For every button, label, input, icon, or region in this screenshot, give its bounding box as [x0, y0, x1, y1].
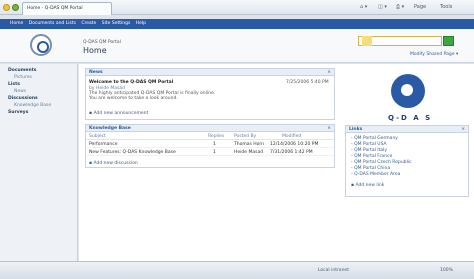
link-item[interactable]: - QM Portal Italy	[351, 148, 387, 153]
knowledge-base-title[interactable]: Knowledge Base	[89, 126, 131, 131]
close-icon[interactable]: ×	[327, 125, 331, 132]
security-zone: Local intranet	[318, 268, 349, 273]
link-label[interactable]: QM Portal Czech Republic	[354, 160, 411, 165]
row-posted-by[interactable]: Thomas Horn	[234, 142, 264, 147]
row-posted-by[interactable]: Heide Masad	[234, 150, 263, 155]
page-menu[interactable]: Page	[414, 4, 426, 11]
page-title: Home	[83, 46, 107, 55]
table-row[interactable]: New Features: Q-DAS Knowledge Base 1 Hei…	[86, 149, 334, 156]
zoom-level[interactable]: 100%	[440, 268, 453, 273]
topnav-home[interactable]: Home	[10, 21, 23, 26]
topnav-help[interactable]: Help	[136, 21, 146, 26]
links-title[interactable]: Links	[349, 127, 362, 132]
breadcrumb[interactable]: Q-DAS QM Portal	[83, 40, 121, 45]
print-icon[interactable]: ⎙ ▾	[396, 4, 404, 11]
link-label[interactable]: QM Portal France	[354, 154, 392, 159]
add-favorites-icon[interactable]	[12, 4, 19, 11]
link-item[interactable]: - QM Portal USA	[351, 142, 387, 147]
row-replies: 1	[213, 150, 216, 155]
add-discussion-label[interactable]: Add new discussion	[93, 161, 137, 166]
home-icon[interactable]: ⌂ ▾	[360, 4, 367, 11]
brand-name: Q-D A S	[388, 114, 433, 122]
row-subject[interactable]: New Features: Q-DAS Knowledge Base	[89, 150, 176, 155]
link-item[interactable]: - QM Portal China	[351, 166, 390, 171]
column-modified[interactable]: Modified	[282, 134, 301, 139]
link-label[interactable]: QM Portal China	[354, 166, 390, 171]
column-replies[interactable]: Replies	[208, 134, 224, 139]
table-header: Subject Replies Posted By Modified	[86, 133, 334, 140]
nav-news[interactable]: News	[8, 88, 69, 95]
table-row[interactable]: Performance 1 Thomas Horn 12/14/2006 10:…	[86, 141, 334, 148]
qdas-logo-icon	[391, 74, 425, 108]
topnav-documents-and-lists[interactable]: Documents and Lists	[29, 21, 76, 26]
add-link-label[interactable]: Add new link	[355, 183, 384, 188]
quick-launch: Documents Pictures Lists News Discussion…	[0, 64, 78, 261]
top-navigation: Home Documents and Lists Create Site Set…	[0, 19, 474, 29]
feeds-icon[interactable]: ◫ ▾	[378, 4, 387, 11]
favorites-star-icon[interactable]	[3, 4, 10, 11]
site-logo-icon	[30, 34, 52, 56]
row-modified: 7/31/2006 1:42 PM	[270, 150, 313, 155]
column-subject[interactable]: Subject	[89, 134, 106, 139]
nav-documents[interactable]: Documents	[8, 67, 69, 74]
search-scope-dropdown[interactable]	[362, 36, 372, 46]
add-announcement-link[interactable]: ▪ Add new announcement	[89, 111, 148, 116]
nav-discussions[interactable]: Discussions	[8, 95, 69, 102]
links-webpart: Links × - QM Portal Germany - QM Portal …	[345, 125, 469, 197]
link-item[interactable]: - QM Portal Czech Republic	[351, 160, 412, 165]
nav-surveys[interactable]: Surveys	[8, 109, 69, 116]
close-icon[interactable]: ×	[461, 126, 465, 133]
add-link-link[interactable]: ▪ Add new link	[351, 183, 384, 188]
search-go-button[interactable]	[443, 36, 454, 46]
link-label[interactable]: QM Portal Germany	[354, 136, 398, 141]
link-item[interactable]: - Q-DAS Member Area	[351, 172, 400, 177]
site-header: Q-DAS QM Portal Home Modify Shared Page …	[0, 29, 474, 63]
close-icon[interactable]: ×	[327, 69, 331, 76]
browser-tab[interactable]: Home - Q-DAS QM Portal	[22, 2, 112, 15]
news-webpart-title[interactable]: News	[89, 70, 103, 75]
link-label[interactable]: QM Portal Italy	[354, 148, 387, 153]
row-modified: 12/14/2006 10:20 PM	[270, 142, 319, 147]
tools-menu[interactable]: Tools	[440, 4, 452, 11]
nav-knowledge-base[interactable]: Knowledge Base	[8, 102, 69, 109]
news-webpart: News × Welcome to the Q-DAS QM Portal 7/…	[85, 68, 335, 120]
news-item-body-2: You are welcome to take a look around.	[89, 96, 178, 101]
nav-pictures[interactable]: Pictures	[8, 74, 69, 81]
status-bar: Local intranet 100%	[0, 261, 474, 279]
link-label[interactable]: Q-DAS Member Area	[354, 172, 400, 177]
row-replies: 1	[213, 142, 216, 147]
main-content: News × Welcome to the Q-DAS QM Portal 7/…	[79, 64, 474, 261]
row-subject[interactable]: Performance	[89, 142, 118, 147]
news-item-date: 7/25/2006 5:40 PM	[286, 80, 329, 85]
browser-toolbar: Home - Q-DAS QM Portal ⌂ ▾ ◫ ▾ ⎙ ▾ Page …	[0, 0, 474, 15]
link-item[interactable]: - QM Portal France	[351, 154, 392, 159]
add-announcement-label[interactable]: Add new announcement	[93, 111, 148, 116]
add-discussion-link[interactable]: ▪ Add new discussion	[89, 161, 138, 166]
topnav-site-settings[interactable]: Site Settings	[102, 21, 131, 26]
topnav-create[interactable]: Create	[81, 21, 96, 26]
modify-shared-page-menu[interactable]: Modify Shared Page ▾	[410, 52, 458, 57]
link-item[interactable]: - QM Portal Germany	[351, 136, 398, 141]
link-label[interactable]: QM Portal USA	[354, 142, 387, 147]
column-posted-by[interactable]: Posted By	[234, 134, 256, 139]
news-item-title[interactable]: Welcome to the Q-DAS QM Portal	[89, 80, 173, 85]
nav-lists[interactable]: Lists	[8, 81, 69, 88]
knowledge-base-webpart: Knowledge Base × Subject Replies Posted …	[85, 124, 335, 168]
